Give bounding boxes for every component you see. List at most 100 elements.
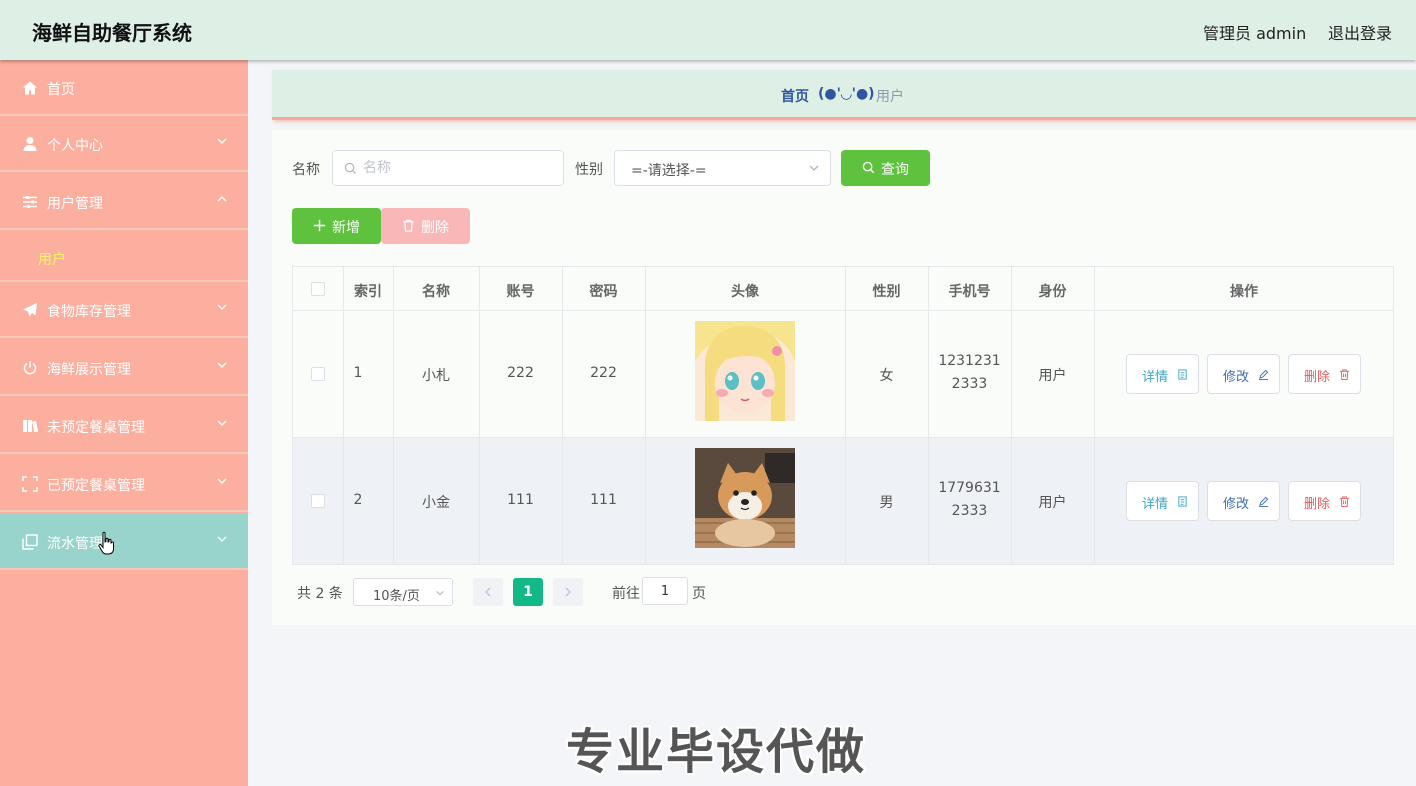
next-page-button[interactable] <box>553 578 583 606</box>
breadcrumb-separator: (●'◡'●) <box>818 86 875 102</box>
query-button[interactable]: 查询 <box>841 150 930 186</box>
header-gender: 性别 <box>872 284 901 300</box>
row-checkbox[interactable] <box>311 367 325 381</box>
sidebar-item-personal-center[interactable]: 个人中心 <box>0 116 248 172</box>
cell-phone-line1: 1231231 <box>938 353 1001 369</box>
delete-row-button[interactable]: 删除 <box>1288 481 1361 521</box>
delete-row-button[interactable]: 删除 <box>1288 354 1361 394</box>
sidebar-subitem-label: 用户 <box>38 252 66 268</box>
document-icon <box>1178 496 1187 507</box>
user-icon <box>23 137 37 151</box>
plus-icon <box>313 219 326 232</box>
sidebar-item-seafood-display[interactable]: 海鲜展示管理 <box>0 340 248 396</box>
chevron-right-icon <box>565 587 571 597</box>
pagination: 共 2 条 10条/页 1 前往 页 <box>272 575 972 615</box>
sidebar-item-label: 食物库存管理 <box>47 304 131 320</box>
watermark-text: 专业毕设代做 <box>566 724 867 780</box>
breadcrumb-home[interactable]: 首页 <box>781 86 809 106</box>
page-size-select[interactable]: 10条/页 <box>353 578 453 606</box>
trash-icon <box>1339 369 1350 380</box>
column-divider <box>645 267 646 564</box>
sidebar-item-label: 流水管理 <box>47 536 103 552</box>
column-divider <box>343 267 344 564</box>
column-divider <box>562 267 563 564</box>
chevron-down-icon <box>217 420 227 426</box>
admin-label: 管理员 admin <box>1203 24 1307 43</box>
copy-icon <box>22 534 38 550</box>
cell-role: 用户 <box>1038 495 1067 511</box>
pencil-icon <box>1258 496 1269 507</box>
header-phone: 手机号 <box>948 284 991 300</box>
header-actions: 操作 <box>1230 284 1258 300</box>
column-divider <box>845 267 846 564</box>
paper-plane-icon <box>23 303 37 317</box>
home-icon <box>23 81 37 95</box>
avatar-anime-girl <box>695 321 795 421</box>
cell-password: 222 <box>590 365 617 381</box>
avatar-shiba-dog <box>695 448 795 548</box>
cell-password: 111 <box>590 492 617 508</box>
cell-role: 用户 <box>1038 368 1067 384</box>
goto-page-input[interactable] <box>642 577 688 605</box>
cell-gender: 男 <box>879 495 894 511</box>
sidebar-item-home[interactable]: 首页 <box>0 60 248 116</box>
select-all-checkbox[interactable] <box>311 282 325 296</box>
page-suffix-label: 页 <box>692 586 706 602</box>
batch-delete-button[interactable]: 删除 <box>381 208 470 244</box>
name-search-field[interactable] <box>332 150 564 186</box>
table-row: 2 小金 111 111 男 1779631 2333 用户 详情 修改 删除 <box>293 438 1393 565</box>
gender-select-value: =-请选择-= <box>631 163 707 179</box>
column-divider <box>928 267 929 564</box>
prev-page-button[interactable] <box>473 578 503 606</box>
top-bar: 海鲜自助餐厅系统 管理员 admin 退出登录 <box>0 0 1416 60</box>
edit-button-label: 修改 <box>1223 370 1250 385</box>
table-header-row: 索引 名称 账号 密码 头像 性别 手机号 身份 操作 <box>293 267 1393 311</box>
column-divider <box>393 267 394 564</box>
document-icon <box>1178 369 1187 380</box>
add-button[interactable]: 新增 <box>292 208 381 244</box>
detail-button[interactable]: 详情 <box>1126 354 1199 394</box>
chevron-down-icon <box>217 478 227 484</box>
header-account: 账号 <box>506 284 535 300</box>
goto-label: 前往 <box>612 586 640 602</box>
chevron-left-icon <box>485 587 491 597</box>
batch-delete-button-label: 删除 <box>421 220 449 236</box>
search-icon <box>344 162 357 175</box>
search-icon <box>862 161 875 174</box>
sidebar-item-label: 用户管理 <box>47 196 103 212</box>
delete-row-button-label: 删除 <box>1304 370 1331 385</box>
gender-select[interactable]: =-请选择-= <box>614 150 831 186</box>
detail-button[interactable]: 详情 <box>1126 481 1199 521</box>
book-icon <box>23 420 38 433</box>
cell-gender: 女 <box>879 368 894 384</box>
sidebar-item-label: 已预定餐桌管理 <box>47 478 145 494</box>
sidebar-item-label: 未预定餐桌管理 <box>47 420 145 436</box>
sidebar-item-food-inventory[interactable]: 食物库存管理 <box>0 282 248 338</box>
header-index: 索引 <box>354 284 382 300</box>
page-number-current[interactable]: 1 <box>513 578 543 606</box>
table-row: 1 小札 222 222 女 1231231 2333 用户 详情 修改 删除 <box>293 311 1393 438</box>
query-button-label: 查询 <box>881 162 909 178</box>
cell-phone-line2: 2333 <box>951 376 988 392</box>
cell-account: 222 <box>507 365 534 381</box>
sidebar-item-cash-flow[interactable]: 流水管理 <box>0 514 248 570</box>
hand-cursor-icon <box>98 531 114 555</box>
edit-button[interactable]: 修改 <box>1207 481 1280 521</box>
sidebar-item-user-management[interactable]: 用户管理 <box>0 174 248 230</box>
header-password: 密码 <box>589 284 618 300</box>
row-checkbox[interactable] <box>311 494 325 508</box>
name-search-input[interactable] <box>363 159 553 177</box>
breadcrumb: 首页 (●'◡'●) 用户 <box>272 70 1416 120</box>
trash-icon <box>1339 496 1350 507</box>
cell-phone-line2: 2333 <box>951 503 988 519</box>
edit-button[interactable]: 修改 <box>1207 354 1280 394</box>
sidebar-item-label: 海鲜展示管理 <box>47 362 131 378</box>
sidebar-item-reserved-tables[interactable]: 已预定餐桌管理 <box>0 456 248 512</box>
chevron-down-icon <box>436 590 444 596</box>
sliders-icon <box>23 196 37 208</box>
header-role: 身份 <box>1038 284 1067 300</box>
sidebar-item-unreserved-tables[interactable]: 未预定餐桌管理 <box>0 398 248 454</box>
users-table: 索引 名称 账号 密码 头像 性别 手机号 身份 操作 1 小札 222 222 <box>292 266 1394 565</box>
logout-link[interactable]: 退出登录 <box>1328 20 1392 44</box>
sidebar-subitem-user[interactable]: 用户 <box>0 232 248 282</box>
